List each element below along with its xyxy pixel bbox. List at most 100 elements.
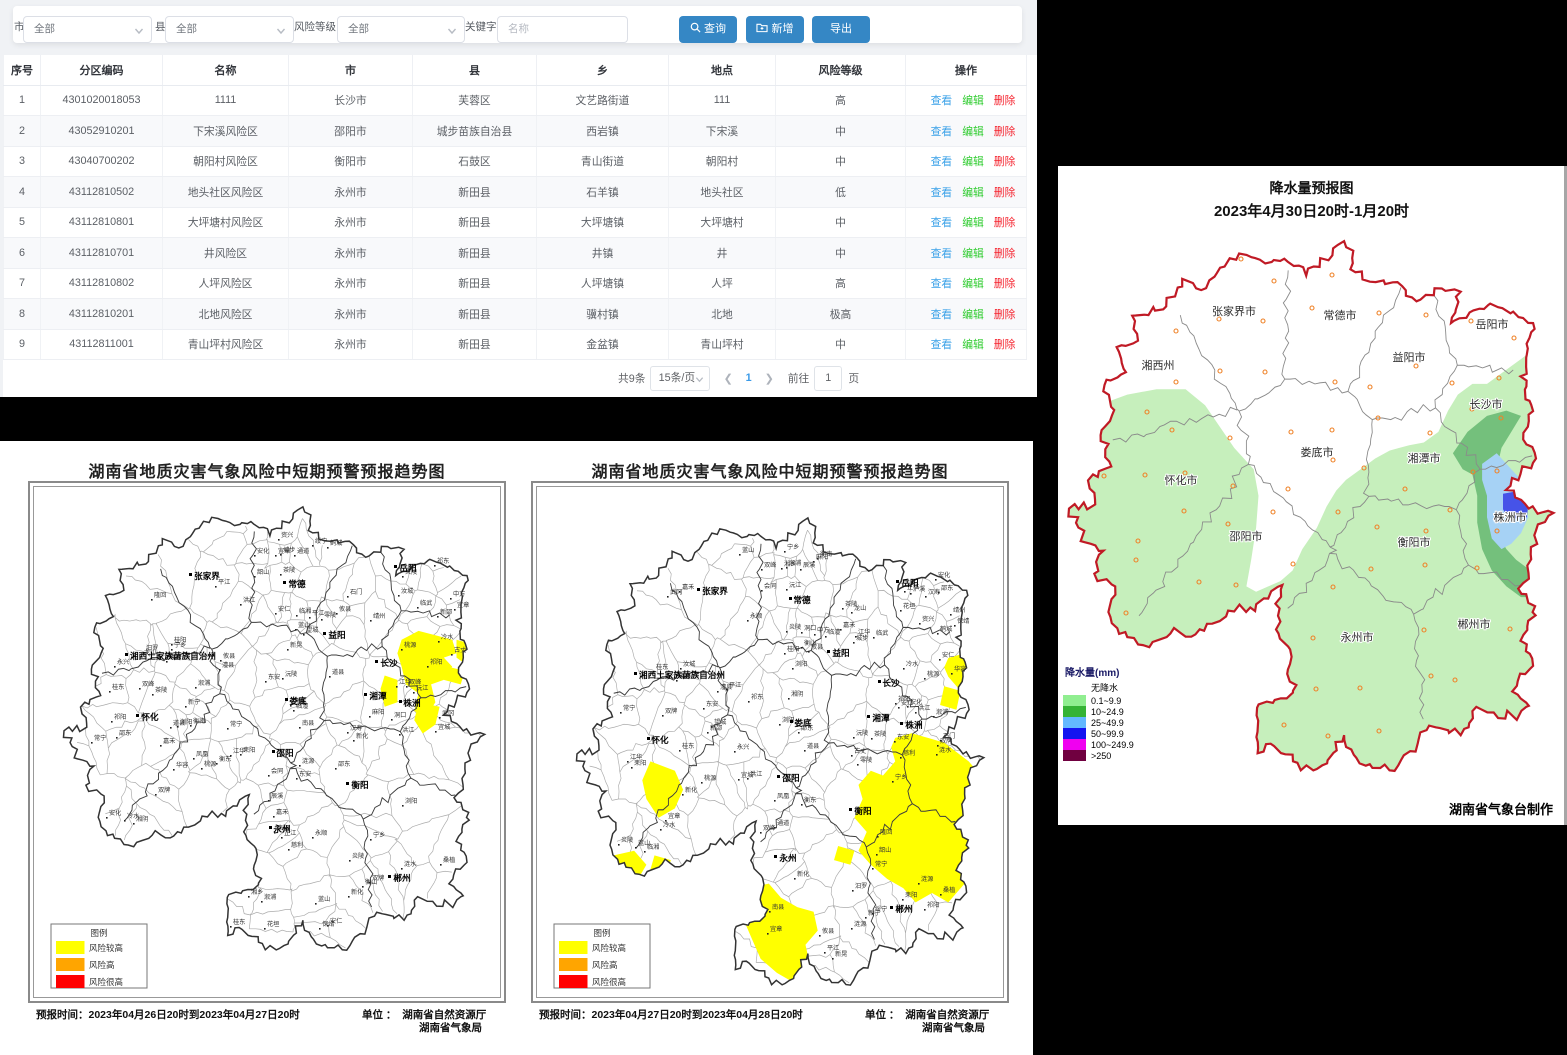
svg-text:道县: 道县 — [173, 719, 185, 727]
svg-text:风险较高: 风险较高 — [89, 943, 123, 953]
svg-text:隆回: 隆回 — [880, 828, 892, 836]
svg-text:凤凰: 凤凰 — [196, 751, 208, 758]
svg-text:新宁: 新宁 — [188, 698, 200, 706]
svg-text:嘉禾: 嘉禾 — [276, 808, 288, 816]
svg-text:衡东: 衡东 — [804, 796, 816, 804]
svg-text:永顺: 永顺 — [315, 829, 327, 837]
svg-text:龙山: 龙山 — [854, 604, 866, 612]
svg-text:湘西州: 湘西州 — [1142, 358, 1175, 372]
svg-text:道县: 道县 — [332, 668, 344, 676]
svg-text:道县: 道县 — [807, 742, 819, 750]
svg-text:桑植: 桑植 — [943, 886, 955, 894]
svg-text:古丈: 古丈 — [854, 747, 866, 755]
svg-text:洪江: 洪江 — [402, 726, 414, 734]
svg-text:桂东: 桂东 — [112, 683, 124, 691]
svg-text:益阳: 益阳 — [832, 647, 849, 658]
svg-text:麻阳: 麻阳 — [372, 708, 384, 716]
svg-text:浏阳: 浏阳 — [795, 660, 807, 668]
svg-text:通道: 通道 — [297, 547, 309, 555]
svg-text:涟源: 涟源 — [854, 920, 866, 928]
svg-text:溆浦: 溆浦 — [264, 893, 276, 901]
svg-text:常宁: 常宁 — [875, 860, 887, 868]
svg-text:怀化市: 怀化市 — [1165, 473, 1198, 487]
svg-text:常德市: 常德市 — [1324, 308, 1357, 322]
svg-text:临武: 临武 — [876, 629, 888, 637]
svg-text:溆浦: 溆浦 — [936, 708, 948, 716]
svg-text:永兴: 永兴 — [117, 658, 129, 666]
svg-text:风险高: 风险高 — [592, 960, 618, 970]
svg-text:零陵: 零陵 — [860, 756, 872, 764]
svg-text:郴州市: 郴州市 — [1458, 617, 1491, 631]
svg-text:湘潭: 湘潭 — [369, 690, 387, 701]
svg-text:东安: 东安 — [706, 700, 718, 708]
svg-text:资兴: 资兴 — [281, 531, 293, 539]
svg-text:江华: 江华 — [399, 678, 411, 686]
svg-text:辰溪: 辰溪 — [271, 792, 283, 800]
svg-text:永兴: 永兴 — [737, 743, 749, 751]
svg-text:攸县: 攸县 — [822, 927, 834, 935]
svg-text:新化: 新化 — [351, 888, 363, 896]
svg-text:邵东: 邵东 — [338, 760, 350, 768]
svg-text:岳阳: 岳阳 — [399, 562, 416, 573]
svg-text:汉寿: 汉寿 — [350, 724, 362, 732]
svg-text:沅江: 沅江 — [789, 581, 801, 589]
svg-text:嘉禾: 嘉禾 — [843, 621, 855, 629]
svg-text:祁阳: 祁阳 — [898, 695, 910, 703]
svg-text:望城: 望城 — [306, 626, 318, 634]
svg-text:南县: 南县 — [772, 903, 784, 911]
svg-text:洪江: 洪江 — [243, 596, 255, 604]
svg-text:湘潭: 湘潭 — [872, 712, 890, 723]
svg-text:祁东: 祁东 — [437, 557, 449, 565]
svg-text:炎陵: 炎陵 — [789, 623, 801, 631]
svg-text:新化: 新化 — [356, 732, 368, 740]
svg-text:安仁: 安仁 — [942, 651, 954, 659]
svg-text:张家界: 张家界 — [702, 585, 728, 596]
svg-text:长沙: 长沙 — [380, 657, 398, 668]
svg-text:娄底市: 娄底市 — [1301, 445, 1334, 459]
svg-text:沅陵: 沅陵 — [285, 670, 297, 678]
svg-text:株洲: 株洲 — [403, 697, 421, 708]
svg-text:新晃: 新晃 — [290, 641, 302, 649]
svg-text:武冈: 武冈 — [442, 709, 454, 717]
svg-text:东安: 东安 — [299, 770, 311, 778]
svg-text:洞口: 洞口 — [804, 624, 816, 632]
svg-text:常德: 常德 — [793, 594, 811, 605]
svg-text:祁阳: 祁阳 — [430, 658, 442, 666]
svg-text:资兴: 资兴 — [922, 615, 934, 623]
svg-text:永州: 永州 — [778, 852, 796, 863]
svg-text:宜章: 宜章 — [668, 812, 680, 820]
svg-text:永州: 永州 — [272, 823, 290, 834]
svg-text:会同: 会同 — [764, 582, 776, 590]
svg-text:宁乡: 宁乡 — [373, 831, 385, 839]
svg-text:江华: 江华 — [233, 747, 245, 755]
svg-text:江华: 江华 — [630, 753, 642, 761]
svg-text:湘潭市: 湘潭市 — [1408, 451, 1441, 465]
svg-text:郴州: 郴州 — [895, 903, 912, 914]
svg-text:东安: 东安 — [268, 673, 280, 681]
svg-text:保靖: 保靖 — [957, 617, 969, 625]
svg-text:沅陵: 沅陵 — [856, 729, 868, 737]
svg-text:零陵: 零陵 — [324, 611, 336, 619]
svg-text:宁乡: 宁乡 — [787, 543, 799, 551]
svg-text:衡阳市: 衡阳市 — [1398, 535, 1431, 549]
svg-text:平江: 平江 — [827, 945, 839, 952]
svg-text:湘阴: 湘阴 — [791, 690, 803, 698]
svg-text:嘉禾: 嘉禾 — [163, 737, 175, 745]
svg-text:汨罗: 汨罗 — [855, 882, 867, 890]
svg-text:桑植: 桑植 — [443, 856, 455, 864]
svg-text:双峰: 双峰 — [142, 680, 154, 688]
svg-text:常宁: 常宁 — [230, 720, 242, 728]
svg-text:常宁: 常宁 — [94, 734, 106, 742]
svg-text:靖州: 靖州 — [953, 606, 965, 614]
svg-text:常宁: 常宁 — [623, 704, 635, 712]
svg-text:长沙市: 长沙市 — [1470, 397, 1503, 411]
svg-text:永州市: 永州市 — [1341, 630, 1374, 644]
svg-text:涟源: 涟源 — [302, 757, 314, 765]
svg-text:桂东: 桂东 — [682, 742, 694, 750]
svg-text:花垣: 花垣 — [903, 602, 915, 610]
svg-text:浏阳: 浏阳 — [405, 797, 417, 805]
svg-text:桃源: 桃源 — [404, 641, 416, 649]
svg-text:安化: 安化 — [257, 547, 269, 555]
svg-text:冷水: 冷水 — [906, 660, 919, 668]
svg-text:益阳: 益阳 — [328, 629, 345, 640]
